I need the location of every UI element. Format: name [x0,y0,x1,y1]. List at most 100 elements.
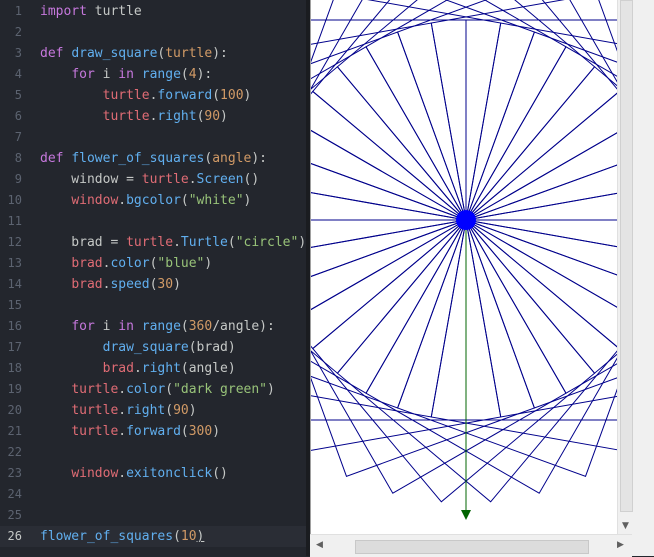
flower-square [430,0,654,221]
code-line[interactable]: 22 [0,442,306,463]
code-token: turtle [71,424,119,439]
code-line[interactable]: 23 window.exitonclick() [0,463,306,484]
turtle-drawing [183,0,654,520]
flower-square [465,119,654,394]
flower-square [465,66,654,350]
code-line[interactable]: 9 window = turtle.Screen() [0,169,306,190]
code-token: color [126,382,166,397]
code-token: ) [243,193,252,208]
line-number: 22 [7,445,22,459]
code-token: "dark green" [173,382,267,397]
code-text: window = turtle.Screen() [40,169,259,190]
code-text: draw_square(brad) [40,337,236,358]
code-line[interactable]: 10 window.bgcolor("white") [0,190,306,211]
code-line[interactable]: 3 def draw_square(turtle): [0,43,306,64]
code-line[interactable]: 7 [0,127,306,148]
code-token: () [212,466,228,481]
flower-square [312,219,596,503]
code-line[interactable]: 12 brad = turtle.Turtle("circle") [0,232,306,253]
line-number: 19 [7,382,22,396]
scroll-right-icon[interactable]: ▶ [613,538,628,553]
code-token: ) [267,382,275,397]
code-line[interactable]: 4 for i in range(4): [0,64,306,85]
code-line[interactable]: 24 [0,484,306,505]
code-token: def [40,46,72,61]
horizontal-scrollbar[interactable]: ◀ ▶ [310,534,632,557]
code-line[interactable]: 2 [0,22,306,43]
code-token: brad = [40,235,127,250]
flower-square [430,219,654,453]
code-line[interactable]: 13 brad.color("blue") [0,253,306,274]
scrollbar-corner [632,534,654,556]
code-token: Screen [196,172,244,187]
code-token: turtle [126,235,174,250]
code-token: for [71,319,95,334]
code-text: brad.color("blue") [40,253,212,274]
code-token: color [110,256,150,271]
line-number: 15 [7,298,22,312]
code-token: 4 [188,67,197,82]
code-token: ): [212,46,228,61]
code-token: ) [196,529,205,544]
code-line[interactable]: 8 def flower_of_squares(angle): [0,148,306,169]
code-text: window.exitonclick() [40,463,228,484]
code-token: import [40,4,87,19]
code-line[interactable]: 26 flower_of_squares(10) [0,526,306,547]
code-text: turtle.forward(100) [40,85,252,106]
horizontal-scroll-thumb[interactable] [355,540,589,554]
line-number: 17 [7,340,22,354]
code-token: ( [227,235,236,250]
code-token: ): [251,151,267,166]
code-line[interactable]: 25 [0,505,306,526]
code-token: ( [180,67,189,82]
code-line[interactable]: 16 for i in range(360/angle): [0,316,306,337]
code-line[interactable]: 5 turtle.forward(100) [0,85,306,106]
line-number: 11 [7,214,22,228]
code-line[interactable]: 19 turtle.color("dark green") [0,379,306,400]
code-token: ( [165,403,174,418]
code-token: i [94,67,119,82]
vertical-scroll-thumb[interactable] [620,0,633,512]
code-token: turtle [71,382,119,397]
scroll-left-icon[interactable]: ◀ [312,538,327,553]
code-line[interactable]: 6 turtle.right(90) [0,106,306,127]
code-text: import turtle [40,1,142,22]
flower-square [209,31,467,290]
code-token: window [71,193,119,208]
turtle-canvas[interactable] [183,0,654,534]
code-line[interactable]: 18 brad.right(angle) [0,358,306,379]
code-token: in [118,67,134,82]
turtle-cursor-icon [461,510,471,520]
code-token: () [243,172,260,187]
code-token: ) [188,403,197,418]
code-token: ) [298,235,306,250]
code-line[interactable]: 21 turtle.forward(300) [0,421,306,442]
flower-square [465,90,654,374]
code-token: 300 [188,424,213,439]
flower-square [265,19,467,221]
code-line[interactable]: 17 draw_square(brad) [0,337,306,358]
flower-square [292,219,567,494]
code-line[interactable]: 20 turtle.right(90) [0,400,306,421]
scroll-down-icon[interactable]: ▼ [618,519,633,534]
code-text: turtle.right(90) [40,106,228,127]
line-number: 16 [7,319,22,333]
line-number: 21 [7,424,22,438]
line-number: 3 [14,46,22,60]
code-token: ) [204,256,213,271]
code-token: turtle [165,46,213,61]
code-text: turtle.color("dark green") [40,379,275,400]
code-line[interactable]: 15 [0,295,306,316]
code-line[interactable]: 1 import turtle [0,1,306,22]
code-text: for i in range(4): [40,64,212,85]
vertical-scrollbar[interactable]: ▼ [617,0,633,534]
code-token: ) [220,109,228,124]
code-line[interactable]: 11 [0,211,306,232]
code-line[interactable]: 14 brad.speed(30) [0,274,306,295]
code-editor[interactable]: 1 import turtle 2 3 def draw_square(turtle):… [0,0,306,556]
